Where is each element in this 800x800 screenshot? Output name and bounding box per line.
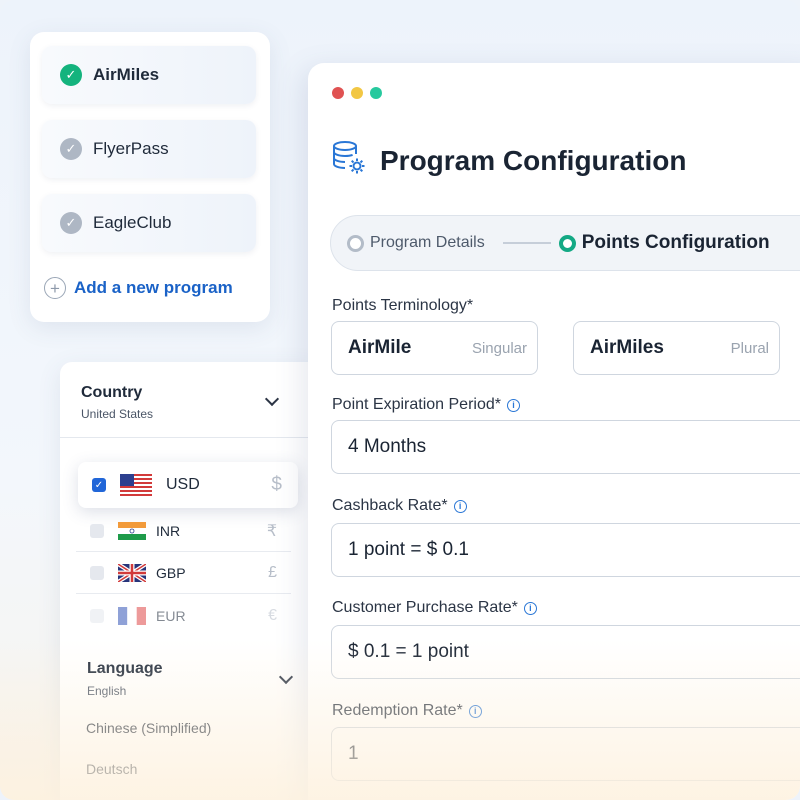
database-settings-icon <box>330 139 368 182</box>
program-name: EagleClub <box>93 213 172 232</box>
add-program-label: Add a new program <box>74 278 233 297</box>
cashback-rate-label: Cashback Rate* i <box>332 497 467 515</box>
currency-symbol: £ <box>268 563 277 581</box>
program-name: AirMiles <box>93 65 160 84</box>
uk-flag-icon <box>118 563 146 582</box>
step-connector <box>502 242 551 244</box>
program-list-card: ✓ AirMiles ✓ FlyerPass ✓ EagleClub + Add… <box>30 32 270 322</box>
language-option[interactable]: Deutsch <box>86 761 137 777</box>
field-label-text: Points Terminology* <box>332 297 474 314</box>
plural-hint: Plural <box>730 339 769 357</box>
window-close-dot[interactable] <box>332 87 344 99</box>
window-maximize-dot[interactable] <box>370 87 382 99</box>
info-icon[interactable]: i <box>468 704 482 718</box>
step-label: Points Configuration <box>581 232 770 253</box>
currency-code: INR <box>156 522 181 539</box>
cashback-value: 1 point = $ 0.1 <box>348 539 469 560</box>
locale-settings-card: Country United States ✓ USD $ INR ₹ GBP … <box>60 362 320 800</box>
currency-symbol: $ <box>271 474 282 495</box>
info-icon[interactable]: i <box>506 398 520 412</box>
check-circle-icon: ✓ <box>60 212 82 234</box>
plural-term-input[interactable]: AirMiles Plural <box>573 321 780 375</box>
field-label-text: Customer Purchase Rate* <box>332 599 518 616</box>
language-value: English <box>87 684 127 698</box>
language-option[interactable]: Chinese (Simplified) <box>86 720 211 736</box>
currency-option-gbp[interactable]: GBP £ <box>76 552 291 594</box>
program-configuration-panel: Program Configuration Program Details Po… <box>308 63 800 800</box>
info-icon[interactable]: i <box>453 499 467 513</box>
chevron-down-icon[interactable] <box>278 669 294 685</box>
currency-code: EUR <box>156 608 186 624</box>
currency-option-inr[interactable]: INR ₹ <box>76 510 291 552</box>
purchase-rate-label: Customer Purchase Rate* i <box>332 599 537 617</box>
window-minimize-dot[interactable] <box>351 87 363 99</box>
redemption-value: 1 <box>348 743 359 764</box>
currency-option-usd[interactable]: ✓ USD $ <box>78 462 298 508</box>
expiration-period-label: Point Expiration Period* i <box>332 396 520 414</box>
france-flag-icon <box>118 607 146 625</box>
program-item-eagleclub[interactable]: ✓ EagleClub <box>42 194 256 252</box>
currency-code: GBP <box>156 564 186 581</box>
add-program-button[interactable]: + Add a new program <box>44 276 233 300</box>
chevron-down-icon[interactable] <box>264 391 280 407</box>
currency-option-eur[interactable]: EUR € <box>76 595 291 637</box>
purchase-rate-input[interactable]: $ 0.1 = 1 point <box>331 625 800 679</box>
checkbox-unchecked[interactable] <box>90 609 104 623</box>
currency-symbol: € <box>268 607 277 624</box>
step-program-details[interactable]: Program Details <box>347 234 485 252</box>
step-radio-icon <box>558 234 576 252</box>
language-dropdown[interactable]: Language English <box>87 660 163 698</box>
india-flag-icon <box>118 521 146 540</box>
singular-term-input[interactable]: AirMile Singular <box>331 321 538 375</box>
info-icon[interactable]: i <box>523 601 537 615</box>
page-title: Program Configuration <box>380 144 687 176</box>
step-radio-icon <box>347 234 364 252</box>
step-points-configuration[interactable]: Points Configuration <box>558 232 770 254</box>
points-terminology-label: Points Terminology* <box>332 297 473 315</box>
panel-header: Program Configuration <box>330 139 686 182</box>
check-circle-icon: ✓ <box>60 138 82 160</box>
currency-symbol: ₹ <box>266 522 277 540</box>
program-item-airmiles[interactable]: ✓ AirMiles <box>42 46 256 104</box>
field-label-text: Point Expiration Period* <box>332 396 501 413</box>
checkbox-unchecked[interactable] <box>90 565 104 580</box>
expiration-value: 4 Months <box>348 436 427 457</box>
singular-term-value: AirMile <box>348 337 412 358</box>
plural-term-value: AirMiles <box>590 337 664 358</box>
check-circle-icon: ✓ <box>60 64 82 86</box>
plus-circle-icon: + <box>44 277 66 299</box>
country-title: Country <box>81 384 143 401</box>
step-label: Program Details <box>370 234 485 251</box>
singular-hint: Singular <box>471 339 527 357</box>
country-value: United States <box>81 407 154 421</box>
expiration-period-select[interactable]: 4 Months <box>331 420 800 474</box>
checkbox-unchecked[interactable] <box>90 523 104 538</box>
purchase-value: $ 0.1 = 1 point <box>348 641 469 662</box>
program-name: FlyerPass <box>93 139 169 158</box>
country-dropdown[interactable]: Country United States <box>60 362 320 438</box>
screen: ✓ AirMiles ✓ FlyerPass ✓ EagleClub + Add… <box>0 0 800 800</box>
us-flag-icon <box>120 474 152 496</box>
cashback-rate-input[interactable]: 1 point = $ 0.1 <box>331 523 800 577</box>
program-item-flyerpass[interactable]: ✓ FlyerPass <box>42 120 256 178</box>
configuration-stepper: Program Details Points Configuration <box>330 215 800 271</box>
field-label-text: Cashback Rate* <box>332 497 448 514</box>
field-label-text: Redemption Rate* <box>332 702 463 719</box>
redemption-rate-input[interactable]: 1 <box>331 727 800 781</box>
checkbox-checked[interactable]: ✓ <box>92 478 106 492</box>
currency-code: USD <box>166 476 200 493</box>
language-title: Language <box>87 660 163 677</box>
redemption-rate-label: Redemption Rate* i <box>332 702 482 720</box>
